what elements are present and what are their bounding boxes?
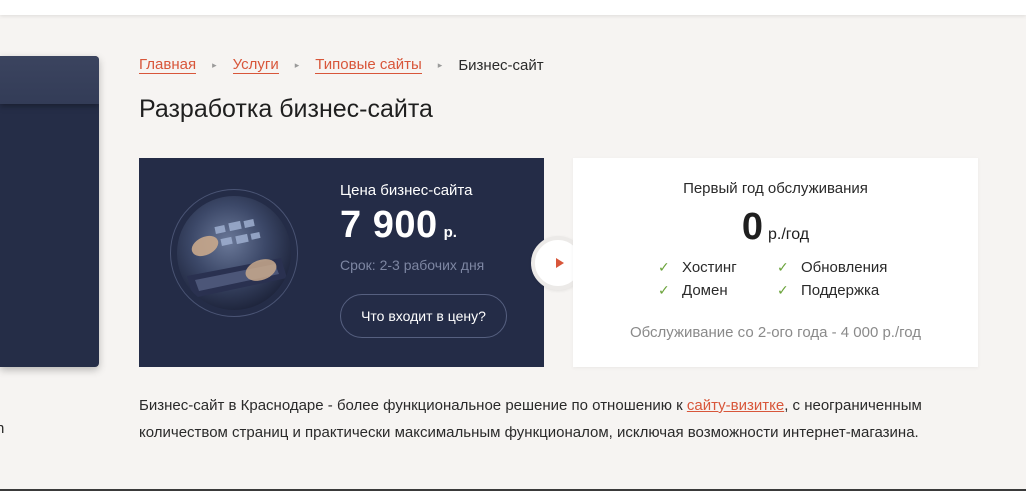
play-icon	[555, 258, 564, 268]
check-icon: ✓	[658, 259, 670, 275]
feature-item: ✓ Хостинг	[658, 258, 777, 277]
chevron-right-icon: ▸	[294, 59, 300, 70]
top-header-bar	[0, 0, 1026, 15]
service-title: Первый год обслуживания	[683, 180, 868, 197]
feature-label: Обновления	[801, 259, 888, 276]
check-icon: ✓	[777, 282, 789, 298]
chevron-right-icon: ▸	[212, 59, 217, 70]
check-icon: ✓	[777, 259, 789, 275]
price-value: 7 900 р.	[340, 204, 457, 247]
feature-label: Домен	[682, 282, 728, 299]
whats-included-button[interactable]: Что входит в цену?	[340, 294, 507, 338]
service-features: ✓ Хостинг ✓ Обновления ✓ Домен ✓ Поддерж…	[658, 258, 897, 300]
price-label: Цена бизнес-сайта	[340, 182, 473, 199]
check-icon: ✓	[658, 282, 670, 298]
service-price-unit: р./год	[767, 226, 810, 243]
description-paragraph: Бизнес-сайт в Краснодаре - более функцио…	[139, 392, 999, 446]
price-amount: 7 900	[340, 204, 438, 246]
page-title: Разработка бизнес-сайта	[139, 95, 433, 123]
breadcrumb-current: Бизнес-сайт	[458, 56, 544, 74]
feature-label: Хостинг	[682, 259, 737, 276]
side-menu-panel	[0, 56, 99, 367]
feature-item: ✓ Поддержка	[777, 281, 897, 300]
service-card: Первый год обслуживания 0 р./год ✓ Хости…	[573, 158, 978, 367]
service-price: 0 р./год	[573, 206, 978, 249]
breadcrumb-typical-sites-link[interactable]: Типовые сайты	[315, 56, 422, 74]
photo-ring	[170, 189, 298, 317]
service-price-amount: 0	[741, 206, 763, 248]
feature-item: ✓ Обновления	[777, 258, 897, 277]
breadcrumb: Главная ▸ Услуги ▸ Типовые сайты ▸ Бизне…	[139, 56, 544, 74]
side-text-fragment: n	[0, 420, 5, 437]
side-menu-header[interactable]	[0, 56, 99, 104]
business-card-site-link[interactable]: сайту-визитке	[687, 397, 784, 414]
price-term: Срок: 2-3 рабочих дня	[340, 257, 485, 273]
price-card: Цена бизнес-сайта 7 900 р. Срок: 2-3 раб…	[139, 158, 544, 367]
description-text-before: Бизнес-сайт в Краснодаре - более функцио…	[139, 397, 687, 414]
service-note: Обслуживание со 2-ого года - 4 000 р./го…	[629, 324, 922, 341]
price-currency: р.	[443, 224, 457, 241]
laptop-hands-image	[177, 196, 291, 310]
feature-item: ✓ Домен	[658, 281, 777, 300]
feature-label: Поддержка	[801, 282, 880, 299]
breadcrumb-home-link[interactable]: Главная	[139, 56, 197, 74]
chevron-right-icon: ▸	[437, 59, 443, 70]
breadcrumb-services-link[interactable]: Услуги	[232, 56, 279, 74]
